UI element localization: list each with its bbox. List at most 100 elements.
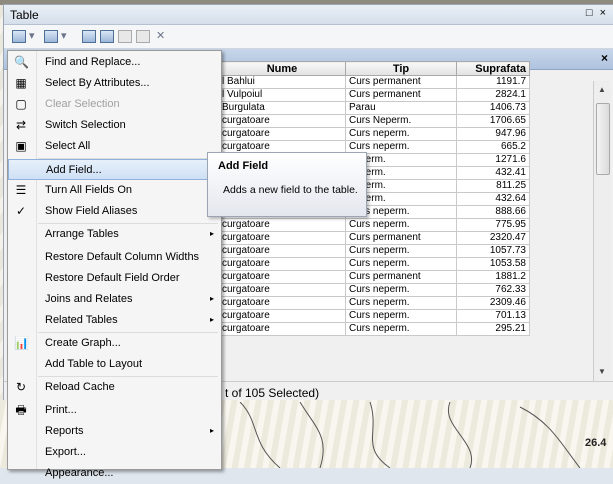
menu-item-select-all[interactable]: ▣ Select All (8, 136, 221, 157)
scroll-down-icon[interactable]: ▼ (598, 367, 606, 376)
cell-nume[interactable]: curgatoare (218, 244, 346, 258)
table-row[interactable]: l Vulpoiul Curs permanent 2824.1 (218, 88, 530, 102)
cell-nume[interactable]: curgatoare (218, 114, 346, 128)
menu-item-add-field[interactable]: Add Field... (8, 159, 221, 180)
menu-item-select-by-attributes[interactable]: ▦ Select By Attributes... (8, 73, 221, 94)
cell-tip[interactable]: Curs permanent (345, 231, 457, 245)
menu-item-turn-all-fields-on[interactable]: ☰ Turn All Fields On (8, 180, 221, 201)
scroll-up-icon[interactable]: ▲ (598, 85, 606, 94)
menu-item-export[interactable]: Export... (8, 442, 221, 463)
cell-tip[interactable]: Curs neperm. (345, 218, 457, 232)
cell-suprafata[interactable]: 2824.1 (456, 88, 530, 102)
cell-suprafata[interactable]: 762.33 (456, 283, 530, 297)
table-row[interactable]: curgatoare Curs neperm. 295.21 (218, 322, 530, 336)
column-header-tip[interactable]: Tip (345, 61, 457, 76)
cell-suprafata[interactable]: 432.41 (456, 166, 530, 180)
cell-nume[interactable]: curgatoare (218, 283, 346, 297)
table-options-button[interactable]: ▾ (12, 29, 35, 44)
zoom-to-selected-button[interactable] (136, 29, 150, 44)
cell-suprafata[interactable]: 1881.2 (456, 270, 530, 284)
menu-item-joins-and-relates[interactable]: Joins and Relates ▸ (8, 289, 221, 310)
table-row[interactable]: Burgulata Parau 1406.73 (218, 101, 530, 115)
menu-item-show-field-aliases[interactable]: ✓ Show Field Aliases (8, 201, 221, 222)
cell-tip[interactable]: Parau (345, 101, 457, 115)
clear-selection-button[interactable] (118, 29, 132, 44)
table-row[interactable]: curgatoare Curs neperm. 762.33 (218, 283, 530, 297)
table-row[interactable]: curgatoare Curs neperm. 1057.73 (218, 244, 530, 258)
cell-nume[interactable]: curgatoare (218, 296, 346, 310)
menu-item-reload-cache[interactable]: ↻ Reload Cache (8, 377, 221, 398)
cell-tip[interactable]: Curs neperm. (345, 244, 457, 258)
cell-nume[interactable]: l Bahlui (218, 75, 346, 89)
delete-selected-button[interactable]: ✕ (156, 29, 165, 44)
cell-suprafata[interactable]: 701.13 (456, 309, 530, 323)
menu-item-create-graph[interactable]: 📊 Create Graph... (8, 333, 221, 354)
scrollbar-thumb[interactable] (596, 103, 610, 175)
column-header-nume[interactable]: Nume (218, 61, 346, 76)
cell-nume[interactable]: curgatoare (218, 218, 346, 232)
cell-suprafata[interactable]: 1191.7 (456, 75, 530, 89)
cell-tip[interactable]: Curs neperm. (345, 257, 457, 271)
table-row[interactable]: curgatoare Curs Neperm. 1706.65 (218, 114, 530, 128)
cell-tip[interactable]: Curs neperm. (345, 309, 457, 323)
switch-selection-button[interactable] (100, 29, 114, 44)
select-by-attributes-button[interactable] (82, 29, 96, 44)
menu-item-restore-default-field-order[interactable]: Restore Default Field Order (8, 268, 221, 289)
cell-nume[interactable]: curgatoare (218, 322, 346, 336)
vertical-scrollbar[interactable]: ▲ ▼ (593, 81, 611, 381)
cell-suprafata[interactable]: 2309.46 (456, 296, 530, 310)
table-row[interactable]: curgatoare Curs permanent 1881.2 (218, 270, 530, 284)
cell-tip[interactable]: Curs neperm. (345, 127, 457, 141)
menu-item-label: Restore Default Column Widths (45, 251, 200, 263)
cell-nume[interactable]: curgatoare (218, 127, 346, 141)
cell-suprafata[interactable]: 1271.6 (456, 153, 530, 167)
menu-item-print[interactable]: 🖶 Print... (8, 400, 221, 421)
cell-suprafata[interactable]: 665.2 (456, 140, 530, 154)
cell-suprafata[interactable]: 2320.47 (456, 231, 530, 245)
table-row[interactable]: curgatoare Curs neperm. 947.96 (218, 127, 530, 141)
cell-nume[interactable]: curgatoare (218, 270, 346, 284)
cell-tip[interactable]: Curs neperm. (345, 296, 457, 310)
table-row[interactable]: l Bahlui Curs permanent 1191.7 (218, 75, 530, 89)
cell-suprafata[interactable]: 1406.73 (456, 101, 530, 115)
cell-suprafata[interactable]: 1706.65 (456, 114, 530, 128)
menu-item-restore-default-column-widths[interactable]: Restore Default Column Widths (8, 247, 221, 268)
column-header-suprafata[interactable]: Suprafata (456, 61, 530, 76)
cell-suprafata[interactable]: 811.25 (456, 179, 530, 193)
cell-nume[interactable]: curgatoare (218, 257, 346, 271)
cell-tip[interactable]: Curs permanent (345, 75, 457, 89)
cell-nume[interactable]: curgatoare (218, 309, 346, 323)
related-tables-button[interactable]: ▾ (44, 29, 67, 44)
cell-suprafata[interactable]: 295.21 (456, 322, 530, 336)
table-row[interactable]: curgatoare Curs neperm. 2309.46 (218, 296, 530, 310)
cell-nume[interactable]: Burgulata (218, 101, 346, 115)
menu-item-appearance[interactable]: Appearance... (8, 463, 221, 484)
menu-item-find-and-replace[interactable]: 🔍 Find and Replace... (8, 52, 221, 73)
binoculars-icon: 🔍 (14, 55, 29, 69)
menu-item-reports[interactable]: Reports ▸ (8, 421, 221, 442)
cell-tip[interactable]: Curs neperm. (345, 283, 457, 297)
cell-tip[interactable]: Curs permanent (345, 270, 457, 284)
cell-tip[interactable]: Curs Neperm. (345, 114, 457, 128)
cell-nume[interactable]: l Vulpoiul (218, 88, 346, 102)
menu-item-switch-selection[interactable]: ⇄ Switch Selection (8, 115, 221, 136)
cell-suprafata[interactable]: 1053.58 (456, 257, 530, 271)
cell-tip[interactable]: Curs neperm. (345, 322, 457, 336)
cell-suprafata[interactable]: 947.96 (456, 127, 530, 141)
table-row[interactable]: curgatoare Curs neperm. 1053.58 (218, 257, 530, 271)
cell-suprafata[interactable]: 775.95 (456, 218, 530, 232)
cell-nume[interactable]: curgatoare (218, 231, 346, 245)
table-row[interactable]: curgatoare Curs neperm. 775.95 (218, 218, 530, 232)
window-controls[interactable]: □ × (586, 7, 608, 19)
menu-item-add-table-to-layout[interactable]: Add Table to Layout (8, 354, 221, 375)
cell-tip[interactable]: Curs permanent (345, 88, 457, 102)
cell-suprafata[interactable]: 1057.73 (456, 244, 530, 258)
reload-icon: ↻ (15, 380, 27, 394)
cell-suprafata[interactable]: 432.64 (456, 192, 530, 206)
table-row[interactable]: curgatoare Curs neperm. 701.13 (218, 309, 530, 323)
cell-suprafata[interactable]: 888.66 (456, 205, 530, 219)
table-row[interactable]: curgatoare Curs permanent 2320.47 (218, 231, 530, 245)
menu-item-arrange-tables[interactable]: Arrange Tables ▸ (8, 224, 221, 245)
menu-item-related-tables[interactable]: Related Tables ▸ (8, 310, 221, 331)
close-tab-icon[interactable]: × (601, 51, 608, 65)
